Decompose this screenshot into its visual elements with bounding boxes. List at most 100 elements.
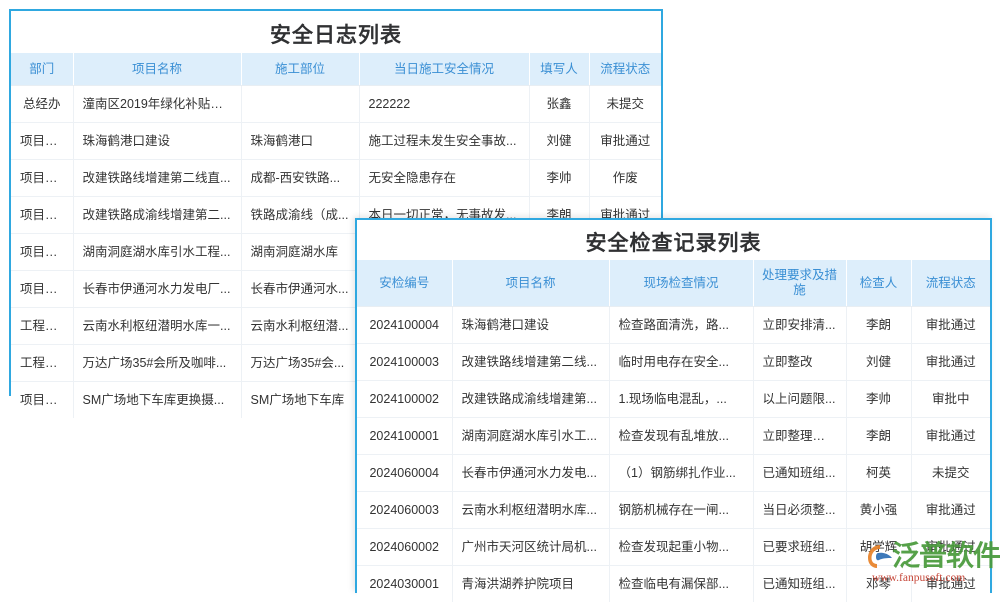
- cell-project-link[interactable]: 珠海鹤港口建设: [73, 123, 241, 160]
- inspection-record-table: 安检编号 项目名称 现场检查情况 处理要求及措施 检查人 流程状态 202410…: [357, 260, 990, 602]
- cell-code-link[interactable]: 2024060004: [357, 455, 452, 492]
- cell-measure: 以上问题限...: [753, 381, 846, 418]
- inspection-record-title: 安全检查记录列表: [357, 220, 990, 260]
- cell-part: 长春市伊通河水...: [241, 271, 359, 308]
- cell-situation: （1）钢筋绑扎作业...: [609, 455, 753, 492]
- column-header-inspector[interactable]: 检查人: [846, 260, 911, 307]
- cell-project-link[interactable]: 改建铁路成渝线增建第...: [452, 381, 609, 418]
- cell-part: 湖南洞庭湖水库: [241, 234, 359, 271]
- cell-dept: 项目三部: [11, 123, 73, 160]
- table-row[interactable]: 项目三部珠海鹤港口建设珠海鹤港口施工过程未发生安全事故...刘健审批通过: [11, 123, 661, 160]
- column-header-status[interactable]: 流程状态: [589, 53, 661, 86]
- table-row[interactable]: 2024100003改建铁路线增建第二线...临时用电存在安全...立即整改刘健…: [357, 344, 990, 381]
- table-row[interactable]: 2024030001青海洪湖养护院项目检查临电有漏保部...已通知班组...邓琴…: [357, 566, 990, 602]
- cell-inspector: 李朗: [846, 307, 911, 344]
- inspection-record-panel: 安全检查记录列表 安检编号 项目名称 现场检查情况 处理要求及措施 检查人 流程…: [355, 218, 992, 593]
- status-badge: 未提交: [589, 86, 661, 123]
- column-header-code[interactable]: 安检编号: [357, 260, 452, 307]
- cell-project-link[interactable]: 青海洪湖养护院项目: [452, 566, 609, 602]
- cell-code-link[interactable]: 2024100002: [357, 381, 452, 418]
- cell-project-link[interactable]: SM广场地下车库更换摄...: [73, 382, 241, 419]
- cell-dept: 总经办: [11, 86, 73, 123]
- status-badge: 审批通过: [911, 529, 990, 566]
- cell-code-link[interactable]: 2024060002: [357, 529, 452, 566]
- cell-project-link[interactable]: 长春市伊通河水力发电...: [452, 455, 609, 492]
- status-badge: 审批通过: [911, 344, 990, 381]
- table-row[interactable]: 2024100004珠海鹤港口建设检查路面清洗，路...立即安排清...李朗审批…: [357, 307, 990, 344]
- cell-code-link[interactable]: 2024100003: [357, 344, 452, 381]
- column-header-project[interactable]: 项目名称: [73, 53, 241, 86]
- cell-writer: 李帅: [529, 160, 589, 197]
- column-header-status[interactable]: 流程状态: [911, 260, 990, 307]
- cell-inspector: 黄小强: [846, 492, 911, 529]
- cell-situation: 无安全隐患存在: [359, 160, 529, 197]
- cell-dept: 项目三部: [11, 271, 73, 308]
- status-badge: 作废: [589, 160, 661, 197]
- cell-situation: 1.现场临电混乱，...: [609, 381, 753, 418]
- column-header-part[interactable]: 施工部位: [241, 53, 359, 86]
- status-badge: 审批通过: [911, 566, 990, 602]
- column-header-situation[interactable]: 现场检查情况: [609, 260, 753, 307]
- cell-part: 万达广场35#会...: [241, 345, 359, 382]
- cell-part: [241, 86, 359, 123]
- column-header-measure[interactable]: 处理要求及措施: [753, 260, 846, 307]
- cell-inspector: 邓琴: [846, 566, 911, 602]
- cell-inspector: 柯英: [846, 455, 911, 492]
- table-row[interactable]: 2024100001湖南洞庭湖水库引水工...检查发现有乱堆放...立即整理归类…: [357, 418, 990, 455]
- status-badge: 审批通过: [911, 418, 990, 455]
- status-badge: 审批通过: [589, 123, 661, 160]
- cell-project-link[interactable]: 珠海鹤港口建设: [452, 307, 609, 344]
- cell-situation: 临时用电存在安全...: [609, 344, 753, 381]
- cell-part: 云南水利枢纽潜...: [241, 308, 359, 345]
- cell-project-link[interactable]: 长春市伊通河水力发电厂...: [73, 271, 241, 308]
- cell-dept: 工程管...: [11, 308, 73, 345]
- cell-situation: 检查临电有漏保部...: [609, 566, 753, 602]
- column-header-writer[interactable]: 填写人: [529, 53, 589, 86]
- cell-project-link[interactable]: 改建铁路线增建第二线...: [452, 344, 609, 381]
- column-header-dept[interactable]: 部门: [11, 53, 73, 86]
- cell-part: 铁路成渝线（成...: [241, 197, 359, 234]
- inspection-record-header-row: 安检编号 项目名称 现场检查情况 处理要求及措施 检查人 流程状态: [357, 260, 990, 307]
- cell-measure: 已通知班组...: [753, 455, 846, 492]
- cell-situation: 222222: [359, 86, 529, 123]
- cell-dept: 项目一部: [11, 160, 73, 197]
- cell-writer: 刘健: [529, 123, 589, 160]
- cell-project-link[interactable]: 湖南洞庭湖水库引水工程...: [73, 234, 241, 271]
- cell-dept: 项目一部: [11, 234, 73, 271]
- cell-code-link[interactable]: 2024100004: [357, 307, 452, 344]
- cell-measure: 立即整理归类: [753, 418, 846, 455]
- cell-project-link[interactable]: 万达广场35#会所及咖啡...: [73, 345, 241, 382]
- table-row[interactable]: 2024060004长春市伊通河水力发电...（1）钢筋绑扎作业...已通知班组…: [357, 455, 990, 492]
- table-row[interactable]: 项目一部改建铁路线增建第二线直...成都-西安铁路...无安全隐患存在李帅作废: [11, 160, 661, 197]
- cell-dept: 项目二部: [11, 382, 73, 419]
- cell-code-link[interactable]: 2024060003: [357, 492, 452, 529]
- cell-project-link[interactable]: 云南水利枢纽潜明水库一...: [73, 308, 241, 345]
- cell-project-link[interactable]: 湖南洞庭湖水库引水工...: [452, 418, 609, 455]
- cell-project-link[interactable]: 改建铁路线增建第二线直...: [73, 160, 241, 197]
- cell-code-link[interactable]: 2024100001: [357, 418, 452, 455]
- cell-situation: 检查发现起重小物...: [609, 529, 753, 566]
- table-row[interactable]: 2024060003云南水利枢纽潜明水库...钢筋机械存在一闸...当日必须整.…: [357, 492, 990, 529]
- column-header-situation[interactable]: 当日施工安全情况: [359, 53, 529, 86]
- status-badge: 审批通过: [911, 492, 990, 529]
- safety-log-header-row: 部门 项目名称 施工部位 当日施工安全情况 填写人 流程状态: [11, 53, 661, 86]
- cell-code-link[interactable]: 2024030001: [357, 566, 452, 602]
- status-badge: 未提交: [911, 455, 990, 492]
- cell-project-link[interactable]: 潼南区2019年绿化补贴项...: [73, 86, 241, 123]
- table-row[interactable]: 2024100002改建铁路成渝线增建第...1.现场临电混乱，...以上问题限…: [357, 381, 990, 418]
- cell-project-link[interactable]: 广州市天河区统计局机...: [452, 529, 609, 566]
- cell-project-link[interactable]: 云南水利枢纽潜明水库...: [452, 492, 609, 529]
- cell-situation: 检查发现有乱堆放...: [609, 418, 753, 455]
- cell-project-link[interactable]: 改建铁路成渝线增建第二...: [73, 197, 241, 234]
- cell-inspector: 李帅: [846, 381, 911, 418]
- cell-dept: 项目二部: [11, 197, 73, 234]
- cell-measure: 已要求班组...: [753, 529, 846, 566]
- table-row[interactable]: 总经办潼南区2019年绿化补贴项... 222222张鑫未提交: [11, 86, 661, 123]
- cell-part: SM广场地下车库: [241, 382, 359, 419]
- cell-part: 珠海鹤港口: [241, 123, 359, 160]
- table-row[interactable]: 2024060002广州市天河区统计局机...检查发现起重小物...已要求班组.…: [357, 529, 990, 566]
- cell-inspector: 李朗: [846, 418, 911, 455]
- cell-situation: 施工过程未发生安全事故...: [359, 123, 529, 160]
- cell-writer: 张鑫: [529, 86, 589, 123]
- column-header-project[interactable]: 项目名称: [452, 260, 609, 307]
